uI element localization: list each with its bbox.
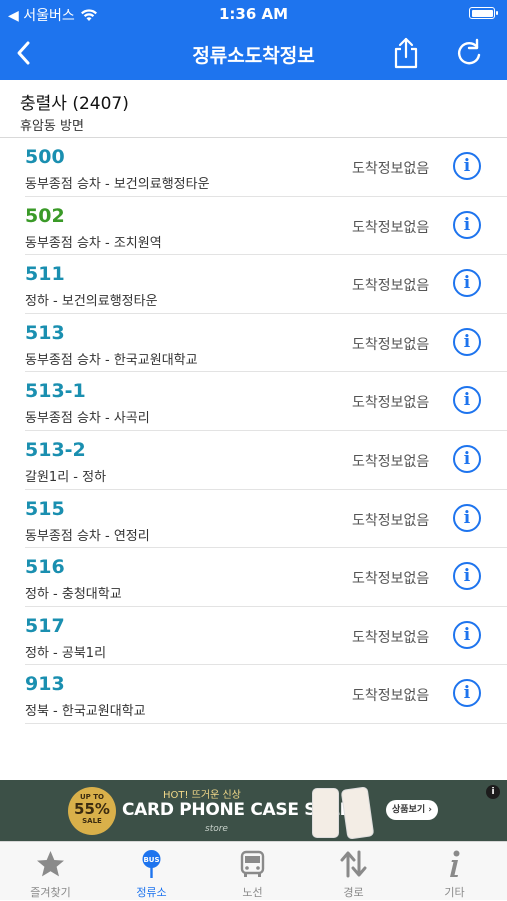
battery-icon [469, 7, 498, 19]
arrival-status: 도착정보없음 [352, 219, 430, 236]
tab-routes[interactable]: 노선 [202, 842, 303, 901]
bus-row[interactable]: 516 정하 - 충청대학교 도착정보없음 i [25, 548, 507, 607]
stop-direction: 휴암동 방면 [20, 119, 84, 134]
bus-number: 513 [25, 321, 65, 344]
bus-number: 517 [25, 614, 65, 637]
share-icon[interactable] [390, 36, 422, 70]
bus-row[interactable]: 913 정북 - 한국교원대학교 도착정보없음 i [25, 665, 507, 724]
status-bar: ◀ 서울버스 1:36 AM [0, 0, 507, 28]
info-icon[interactable]: i [453, 562, 481, 591]
info-icon[interactable]: i [453, 386, 481, 415]
refresh-icon[interactable] [453, 36, 485, 70]
tab-directions[interactable]: 경로 [303, 842, 404, 901]
info-icon[interactable]: i [453, 679, 481, 708]
tab-bar: 즐겨찾기 BUS 정류소 노선 경로 기타 [0, 841, 507, 900]
info-icon[interactable]: i [453, 503, 481, 532]
arrival-status: 도착정보없음 [352, 688, 430, 705]
bus-route: 정하 - 공북1리 [25, 645, 107, 661]
stop-header: 충렬사 (2407) 휴암동 방면 [0, 80, 507, 138]
bus-number: 515 [25, 497, 65, 520]
sale-badge-percent: 55% [74, 800, 110, 818]
star-icon [37, 851, 64, 877]
phone-case-image [340, 786, 375, 840]
info-icon[interactable]: i [453, 152, 481, 180]
ad-cta-button[interactable]: 상품보기 › [386, 800, 438, 820]
tab-more[interactable]: 기타 [404, 842, 505, 901]
tab-label: 경로 [343, 886, 364, 899]
bus-route: 동부종점 승차 - 연정리 [25, 528, 150, 544]
tab-favorites[interactable]: 즐겨찾기 [0, 842, 101, 901]
bus-route: 정북 - 한국교원대학교 [25, 704, 146, 720]
tab-bus-stop[interactable]: BUS 정류소 [101, 842, 202, 901]
bus-number: 516 [25, 556, 65, 579]
info-icon[interactable]: i [453, 210, 481, 239]
page-title: 정류소도착정보 [192, 45, 315, 67]
arrival-status: 도착정보없음 [352, 629, 430, 646]
bus-row[interactable]: 515 동부종점 승차 - 연정리 도착정보없음 i [25, 490, 507, 549]
ad-hot-text: HOT! 뜨거운 신상 [163, 790, 241, 801]
info-icon[interactable]: i [453, 444, 481, 473]
bus-icon [240, 850, 265, 877]
arrival-status: 도착정보없음 [352, 571, 430, 588]
bus-stop-icon: BUS [142, 850, 161, 878]
bus-route: 동부종점 승차 - 사곡리 [25, 411, 150, 427]
bus-row[interactable]: 500 동부종점 승차 - 보건의료행정타운 도착정보없음 i [25, 138, 507, 197]
bus-row[interactable]: 513-1 동부종점 승차 - 사곡리 도착정보없음 i [25, 372, 507, 431]
tab-label: 기타 [444, 886, 465, 899]
info-icon[interactable]: i [453, 620, 481, 649]
bus-route: 갈원1리 - 정하 [25, 469, 107, 485]
arrival-status: 도착정보없음 [352, 278, 430, 295]
route-arrows-icon [340, 850, 367, 878]
tab-label: 정류소 [136, 886, 167, 899]
status-time: 1:36 AM [218, 5, 289, 23]
bus-arrival-list: 500 동부종점 승차 - 보건의료행정타운 도착정보없음 i 502 동부종점… [0, 138, 507, 724]
arrival-status: 도착정보없음 [352, 336, 430, 353]
tab-label: 노선 [242, 886, 263, 899]
ad-info-icon[interactable]: i [486, 785, 500, 799]
info-icon[interactable]: i [453, 269, 481, 298]
ad-brand: store [205, 824, 228, 834]
bus-route: 정하 - 보건의료행정타운 [25, 294, 158, 310]
arrival-status: 도착정보없음 [352, 161, 430, 177]
ad-banner[interactable]: UP TO 55% SALE HOT! 뜨거운 신상 CARD PHONE CA… [0, 780, 507, 841]
bus-route: 동부종점 승차 - 보건의료행정타운 [25, 177, 210, 192]
info-icon [450, 850, 460, 877]
tab-label: 즐겨찾기 [30, 886, 71, 899]
bus-row[interactable]: 511 정하 - 보건의료행정타운 도착정보없음 i [25, 255, 507, 314]
arrival-status: 도착정보없음 [352, 512, 430, 529]
bus-row[interactable]: 513 동부종점 승차 - 한국교원대학교 도착정보없음 i [25, 314, 507, 373]
bus-route: 정하 - 충청대학교 [25, 587, 122, 603]
bus-row[interactable]: 502 동부종점 승차 - 조치원역 도착정보없음 i [25, 197, 507, 256]
bus-number: 513-1 [25, 380, 86, 403]
info-icon[interactable]: i [453, 327, 481, 356]
bus-number: 502 [25, 204, 65, 227]
arrival-status: 도착정보없음 [352, 395, 430, 412]
svg-text:BUS: BUS [143, 856, 159, 864]
bus-route: 동부종점 승차 - 조치원역 [25, 235, 162, 251]
bus-number: 511 [25, 263, 65, 286]
sale-badge-bottom: SALE [82, 817, 102, 825]
bus-row[interactable]: 517 정하 - 공북1리 도착정보없음 i [25, 607, 507, 666]
stop-name: 충렬사 (2407) [20, 94, 129, 114]
phone-case-image [312, 788, 339, 838]
nav-bar: 정류소도착정보 [0, 28, 507, 80]
bus-row[interactable]: 513-2 갈원1리 - 정하 도착정보없음 i [25, 431, 507, 490]
sale-badge: UP TO 55% SALE [68, 787, 116, 835]
arrival-status: 도착정보없음 [352, 453, 430, 470]
bus-route: 동부종점 승차 - 한국교원대학교 [25, 352, 198, 368]
bus-number: 913 [25, 673, 65, 696]
bus-number: 513-2 [25, 438, 86, 461]
bus-number: 500 [25, 146, 65, 168]
